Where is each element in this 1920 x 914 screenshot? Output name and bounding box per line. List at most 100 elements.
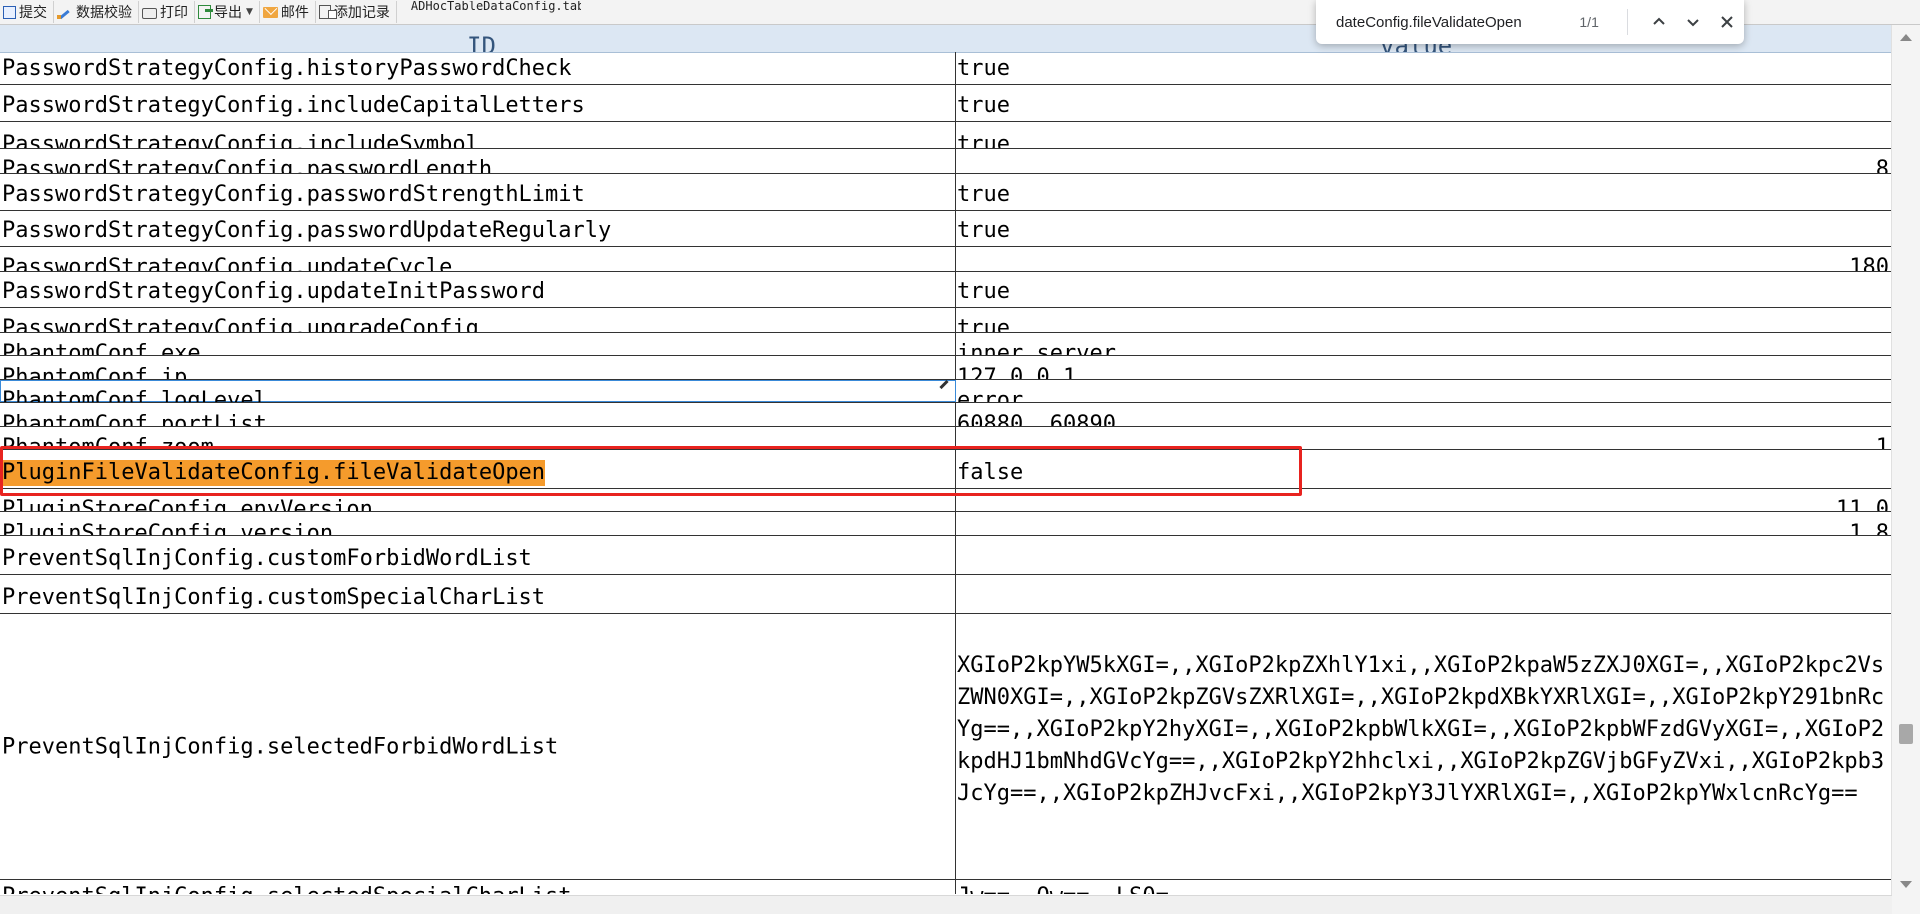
submit-label: 提交 <box>19 5 47 21</box>
data-check-label: 数据校验 <box>76 5 132 21</box>
cell-value: 127.0.0.1 <box>957 365 1077 379</box>
scrollbar-thumb[interactable] <box>1899 724 1913 744</box>
add-record-label: 添加记录 <box>333 5 390 21</box>
add-record-button[interactable]: 添加记录 <box>316 1 397 23</box>
cell-id: PluginStoreConfig.version <box>2 521 334 535</box>
edit-pencil-icon[interactable] <box>939 380 949 390</box>
cell-id: PasswordStrategyConfig.passwordLength <box>2 157 493 173</box>
find-separator <box>1627 9 1629 35</box>
cell-id: PasswordStrategyConfig.includeSymbol <box>2 132 479 148</box>
export-label: 导出 <box>214 5 242 21</box>
cell-value: 1.8 <box>1849 521 1889 535</box>
print-button[interactable]: 打印 <box>139 1 195 23</box>
find-next-button[interactable] <box>1676 5 1710 39</box>
cell-id: PreventSqlInjConfig.selectedSpecialCharL… <box>2 884 572 894</box>
table-row[interactable]: PreventSqlInjConfig.customSpecialCharLis… <box>0 575 1892 614</box>
cell-value: true <box>957 218 1010 243</box>
table-row[interactable]: PasswordStrategyConfig.updateInitPasswor… <box>0 272 1892 308</box>
table-row[interactable]: PasswordStrategyConfig.includeSymbol tru… <box>0 122 1892 149</box>
scroll-up-icon[interactable] <box>1900 34 1912 41</box>
scroll-down-icon[interactable] <box>1900 881 1912 888</box>
data-table: ID value PasswordStrategyConfig.historyP… <box>0 24 1892 894</box>
table-row[interactable]: PhantomConf.exe inner_server <box>0 333 1892 356</box>
print-icon <box>142 8 157 19</box>
cell-id: PluginStoreConfig.envVersion <box>2 497 373 511</box>
column-header-id[interactable]: ID <box>467 24 496 52</box>
cell-id: PasswordStrategyConfig.passwordUpdateReg… <box>2 218 612 243</box>
check-icon <box>57 5 73 19</box>
table-caption: ADHocTableDataConfig.tableDatas <box>410 1 581 13</box>
table-row[interactable]: PreventSqlInjConfig.selectedForbidWordLi… <box>0 614 1892 880</box>
cell-value: error <box>957 388 1024 402</box>
table-row[interactable]: PhantomConf.portList 60880, 60890 <box>0 403 1892 427</box>
cell-value: 11.0 <box>1836 497 1889 511</box>
submit-button[interactable]: 提交 <box>0 1 54 23</box>
cell-id: PhantomConf.ip <box>2 365 188 379</box>
find-bar: 1/1 <box>1316 0 1744 44</box>
cell-value: 1 <box>1875 435 1889 449</box>
table-row[interactable]: PasswordStrategyConfig.passwordStrengthL… <box>0 174 1892 211</box>
cell-value: true <box>957 93 1010 118</box>
cell-value: 60880, 60890 <box>957 412 1116 426</box>
table-row[interactable]: PhantomConf.ip 127.0.0.1 <box>0 356 1892 380</box>
cell-value: true <box>957 316 1010 332</box>
cell-value: inner_server <box>957 341 1116 355</box>
cell-value: true <box>957 132 1010 148</box>
cell-id: PasswordStrategyConfig.includeCapitalLet… <box>2 93 585 118</box>
cell-id: PasswordStrategyConfig.historyPasswordCh… <box>2 56 572 81</box>
cell-value: true <box>957 182 1010 207</box>
table-row[interactable]: PhantomConf.logLevel error <box>0 380 1892 403</box>
find-match-count: 1/1 <box>1579 14 1599 30</box>
find-previous-button[interactable] <box>1642 5 1676 39</box>
cell-id: PasswordStrategyConfig.passwordStrengthL… <box>2 182 585 207</box>
table-row[interactable]: PreventSqlInjConfig.selectedSpecialCharL… <box>0 880 1892 894</box>
cell-value: XGIoP2kpYW5kXGI=,,XGIoP2kpZXhlY1xi,,XGIo… <box>957 653 1885 806</box>
mail-icon <box>262 6 278 18</box>
find-input[interactable] <box>1334 12 1570 32</box>
table-row[interactable]: PreventSqlInjConfig.customForbidWordList <box>0 536 1892 575</box>
chevron-down-icon <box>1687 19 1699 27</box>
cell-id: PreventSqlInjConfig.customSpecialCharLis… <box>2 585 546 610</box>
data-check-button[interactable]: 数据校验 <box>54 1 139 23</box>
cell-id: PreventSqlInjConfig.customForbidWordList <box>2 546 532 571</box>
export-icon <box>198 5 213 19</box>
table-row[interactable]: PluginStoreConfig.envVersion 11.0 <box>0 489 1892 512</box>
table-row[interactable]: PasswordStrategyConfig.updateCycle 180 <box>0 247 1892 272</box>
table-row[interactable]: PluginStoreConfig.version 1.8 <box>0 512 1892 536</box>
chevron-down-icon: ▼ <box>246 7 253 17</box>
print-label: 打印 <box>160 5 188 21</box>
table-row-highlighted[interactable]: PluginFileValidateConfig.fileValidateOpe… <box>0 450 1892 489</box>
table-row[interactable]: PasswordStrategyConfig.includeCapitalLet… <box>0 85 1892 122</box>
cell-id: PreventSqlInjConfig.selectedForbidWordLi… <box>2 734 559 759</box>
cell-id: PasswordStrategyConfig.upgradeConfig <box>2 316 479 332</box>
cell-id: PhantomConf.logLevel <box>2 388 267 402</box>
cell-id: PhantomConf.zoom <box>2 435 214 449</box>
table-row[interactable]: PasswordStrategyConfig.historyPasswordCh… <box>0 52 1892 85</box>
vertical-scrollbar[interactable] <box>1891 24 1920 914</box>
cell-id-search-match: PluginFileValidateConfig.fileValidateOpe… <box>2 460 546 486</box>
cell-id: PhantomConf.exe <box>2 341 201 355</box>
close-icon <box>1721 16 1733 28</box>
table-row[interactable]: PasswordStrategyConfig.passwordLength 8 <box>0 149 1892 174</box>
chevron-up-icon <box>1653 17 1665 25</box>
cell-value: 8 <box>1875 157 1889 173</box>
table-row[interactable]: PasswordStrategyConfig.upgradeConfig tru… <box>0 308 1892 333</box>
add-record-icon <box>318 5 337 19</box>
cell-value: true <box>957 279 1010 304</box>
horizontal-scrollbar[interactable] <box>0 895 1892 914</box>
find-close-button[interactable] <box>1710 5 1744 39</box>
cell-id: PasswordStrategyConfig.updateCycle <box>2 255 453 271</box>
cell-value: false <box>957 460 1024 485</box>
cell-value: 180 <box>1849 255 1889 271</box>
selected-cell[interactable]: PhantomConf.logLevel <box>0 380 956 402</box>
submit-icon <box>3 5 16 19</box>
cell-id: PasswordStrategyConfig.updateInitPasswor… <box>2 279 546 304</box>
mail-button[interactable]: 邮件 <box>260 1 316 23</box>
export-button[interactable]: 导出 ▼ <box>195 1 260 23</box>
table-row[interactable]: PasswordStrategyConfig.passwordUpdateReg… <box>0 211 1892 247</box>
cell-id: PhantomConf.portList <box>2 412 267 426</box>
cell-value: true <box>957 56 1010 81</box>
table-row[interactable]: PhantomConf.zoom 1 <box>0 427 1892 450</box>
cell-value: Jw==, Ow==, LS0= <box>957 884 1169 894</box>
mail-label: 邮件 <box>280 5 309 21</box>
